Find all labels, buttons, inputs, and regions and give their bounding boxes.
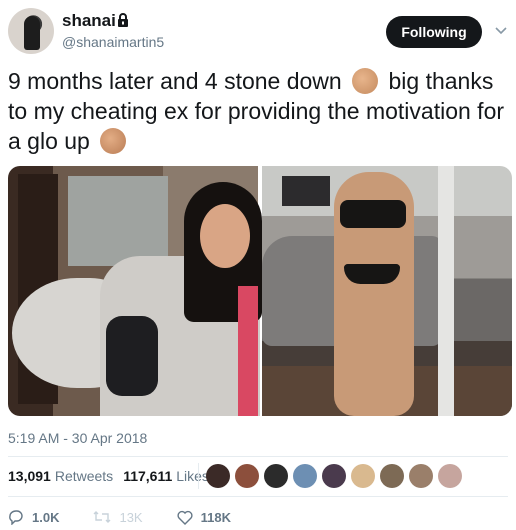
photo-face — [200, 204, 250, 268]
waving-hand-icon — [100, 128, 127, 154]
user-name[interactable]: shanai — [62, 11, 116, 31]
likes-count: 117,611 — [123, 468, 173, 484]
photo-pink-garment — [238, 286, 258, 416]
after-photo[interactable] — [262, 166, 512, 416]
before-photo[interactable] — [8, 166, 262, 416]
divider-top — [8, 456, 508, 457]
heart-icon — [177, 510, 193, 525]
liker-avatar[interactable] — [380, 464, 404, 488]
liker-avatars — [198, 461, 467, 491]
reply-count: 1.0K — [32, 509, 60, 525]
liker-avatar[interactable] — [438, 464, 462, 488]
avatar[interactable] — [8, 8, 54, 54]
photo-window — [68, 176, 168, 266]
like-button[interactable]: 118K — [177, 510, 231, 525]
likes-label: Likes — [176, 468, 209, 484]
reply-button[interactable]: 1.0K — [8, 509, 59, 525]
tweet-header: shanai @shanaimartin5 Following — [8, 8, 508, 54]
like-count: 118K — [200, 509, 231, 525]
retweets-count: 13,091 — [8, 468, 51, 484]
following-button[interactable]: Following — [386, 16, 482, 48]
liker-avatar[interactable] — [235, 464, 259, 488]
call-me-hand-icon — [352, 68, 379, 94]
liker-avatar[interactable] — [264, 464, 288, 488]
liker-avatar[interactable] — [206, 464, 230, 488]
retweet-icon — [93, 511, 111, 523]
photo-mirror-frame — [438, 166, 454, 416]
photo-poster — [282, 176, 330, 206]
tweet-stats: 13,091 Retweets 117,611 Likes — [8, 464, 219, 488]
retweets-stat[interactable]: 13,091 Retweets — [8, 468, 113, 484]
retweets-label: Retweets — [54, 468, 114, 484]
liker-avatar[interactable] — [351, 464, 375, 488]
tweet-actions: 1.0K 13K 118K — [8, 508, 265, 526]
lock-icon — [118, 13, 128, 27]
tweet-text-part1: 9 months later and 4 stone down — [8, 68, 349, 94]
photo-bikini-bottom — [344, 264, 400, 284]
retweet-button[interactable]: 13K — [93, 509, 143, 525]
likes-stat[interactable]: 117,611 Likes — [123, 468, 209, 484]
liker-avatar[interactable] — [409, 464, 433, 488]
reply-icon — [9, 510, 23, 525]
liker-avatar[interactable] — [322, 464, 346, 488]
avatar-figure — [24, 16, 40, 50]
tweet-text: 9 months later and 4 stone down big than… — [8, 66, 508, 156]
retweet-count: 13K — [119, 509, 143, 525]
photo-bikini-top — [340, 200, 406, 228]
tweet-timestamp[interactable]: 5:19 AM - 30 Apr 2018 — [8, 430, 147, 446]
divider-bottom — [8, 496, 508, 497]
chevron-down-icon[interactable] — [494, 23, 508, 37]
liker-avatar[interactable] — [293, 464, 317, 488]
user-handle[interactable]: @shanaimartin5 — [62, 34, 164, 50]
photo-sleeve — [106, 316, 158, 396]
tweet-media[interactable] — [8, 166, 512, 416]
